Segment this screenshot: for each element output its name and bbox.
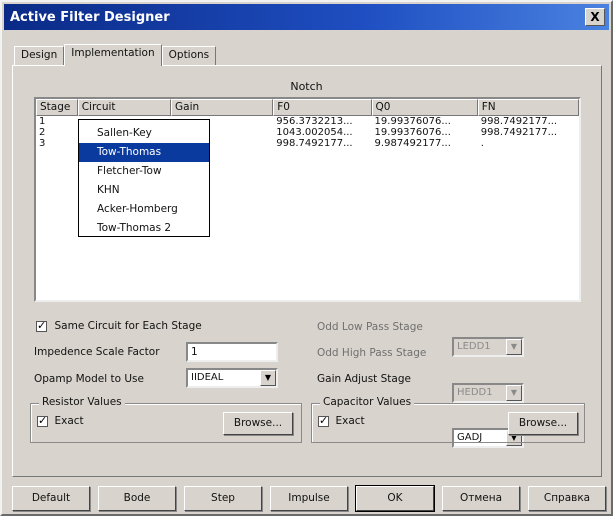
cell-stage: 2 <box>39 127 46 138</box>
opamp-select-value: IIDEAL <box>191 372 224 383</box>
capacitor-exact-label: Exact <box>335 415 365 427</box>
odd-low-pass-select[interactable]: LEDD1 ▼ <box>452 337 524 357</box>
cell-f0: 956.3732213... <box>276 116 353 127</box>
odd-low-pass-value: LEDD1 <box>457 341 491 352</box>
odd-low-pass-label: Odd Low Pass Stage <box>317 321 423 333</box>
resistor-browse-button[interactable]: Browse... <box>223 412 293 435</box>
table-header: Stage Circuit Gain F0 Q0 FN <box>36 99 579 116</box>
cell-stage: 1 <box>39 116 46 127</box>
active-filter-designer-window: Active Filter Designer X Design Implemen… <box>0 0 613 516</box>
section-title: Notch <box>290 80 323 93</box>
cell-q0: 19.99376076... <box>374 116 451 127</box>
capacitor-values-title: Capacitor Values <box>320 396 415 408</box>
cell-fn: 998.7492177... <box>480 116 558 127</box>
resistor-values-title: Resistor Values <box>39 396 125 408</box>
same-circuit-checkbox[interactable]: ✓ <box>36 319 47 332</box>
step-button[interactable]: Step <box>184 486 262 511</box>
impulse-button[interactable]: Impulse <box>270 486 348 511</box>
title-bar[interactable]: Active Filter Designer X <box>4 4 609 30</box>
column-header-stage[interactable]: Stage <box>36 99 78 116</box>
column-header-f0[interactable]: F0 <box>273 99 372 116</box>
circuit-option-tow-thomas[interactable]: Tow-Thomas <box>79 143 209 162</box>
close-button[interactable]: X <box>585 8 605 26</box>
cell-f0: 1043.002054... <box>276 127 353 138</box>
cell-fn: . <box>480 138 484 149</box>
impedance-label: Impedence Scale Factor <box>34 346 160 358</box>
cancel-button[interactable]: Отмена <box>442 486 520 511</box>
tab-options[interactable]: Options <box>161 46 217 66</box>
window-title: Active Filter Designer <box>10 9 170 25</box>
odd-high-pass-label: Odd High Pass Stage <box>317 347 427 359</box>
gain-adjust-label: Gain Adjust Stage <box>317 373 411 385</box>
circuit-option-tow-thomas-2[interactable]: Tow-Thomas 2 <box>79 219 209 238</box>
tab-strip: Design Implementation Options <box>14 44 217 66</box>
capacitor-exact-control[interactable]: ✓ Exact <box>318 414 365 427</box>
cell-fn: 998.7492177... <box>480 127 558 138</box>
odd-high-pass-select[interactable]: HEDD1 ▼ <box>452 383 524 403</box>
column-header-circuit[interactable]: Circuit <box>77 99 172 116</box>
chevron-down-icon[interactable]: ▼ <box>260 370 276 386</box>
same-circuit-control[interactable]: ✓ Same Circuit for Each Stage <box>36 319 202 332</box>
tab-design[interactable]: Design <box>14 46 65 66</box>
chevron-down-icon[interactable]: ▼ <box>506 385 522 401</box>
cell-f0: 998.7492177... <box>276 138 353 149</box>
cell-stage: 3 <box>39 138 46 149</box>
resistor-exact-control[interactable]: ✓ Exact <box>37 414 84 427</box>
impedance-input[interactable]: 1 <box>186 342 278 362</box>
opamp-select[interactable]: IIDEAL ▼ <box>186 368 278 388</box>
odd-high-pass-value: HEDD1 <box>457 387 493 398</box>
bode-button[interactable]: Bode <box>98 486 176 511</box>
cell-q0: 19.99376076... <box>374 127 451 138</box>
default-button[interactable]: Default <box>12 486 90 511</box>
help-button[interactable]: Справка <box>528 486 606 511</box>
opamp-label: Opamp Model to Use <box>34 373 144 385</box>
circuit-option-fletcher-tow[interactable]: Fletcher-Tow <box>79 162 209 181</box>
circuit-option-acker-homberg[interactable]: Acker-Homberg <box>79 200 209 219</box>
tab-implementation[interactable]: Implementation <box>64 44 162 66</box>
capacitor-exact-checkbox[interactable]: ✓ <box>318 414 329 427</box>
cell-q0: 9.987492177... <box>374 138 451 149</box>
column-header-gain[interactable]: Gain <box>171 99 274 116</box>
circuit-option-khn[interactable]: KHN <box>79 181 209 200</box>
column-header-fn[interactable]: FN <box>477 99 579 116</box>
resistor-exact-label: Exact <box>54 415 84 427</box>
column-header-q0[interactable]: Q0 <box>371 99 478 116</box>
chevron-down-icon[interactable]: ▼ <box>506 339 522 355</box>
ok-button[interactable]: OK <box>355 485 435 512</box>
capacitor-browse-button[interactable]: Browse... <box>508 412 578 435</box>
circuit-dropdown-list[interactable]: Sallen-Key Tow-Thomas Fletcher-Tow KHN A… <box>78 119 210 237</box>
resistor-exact-checkbox[interactable]: ✓ <box>37 414 48 427</box>
same-circuit-label: Same Circuit for Each Stage <box>54 320 202 332</box>
capacitor-values-group: Capacitor Values ✓ Exact Browse... <box>311 396 585 443</box>
circuit-option-sallen-key[interactable]: Sallen-Key <box>79 124 209 143</box>
resistor-values-group: Resistor Values ✓ Exact Browse... <box>30 396 302 443</box>
